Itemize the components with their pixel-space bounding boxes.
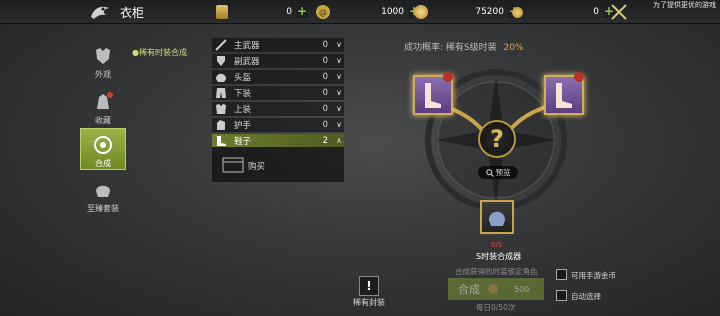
search-icon bbox=[485, 168, 494, 177]
category-label: 护手 bbox=[234, 120, 252, 131]
daily-limit: 每日0/50次 bbox=[476, 303, 516, 312]
category-count: 2 bbox=[322, 135, 328, 146]
helmet-icon bbox=[96, 185, 110, 197]
chevron-down-icon: ∨ bbox=[336, 120, 342, 129]
resource-value: 0 bbox=[286, 7, 292, 17]
helmet-icon bbox=[489, 211, 505, 226]
use-gold-checkbox[interactable] bbox=[556, 269, 567, 280]
category-label: 副武器 bbox=[234, 56, 260, 67]
result-question-icon: ? bbox=[478, 120, 516, 158]
close-icon bbox=[611, 4, 627, 20]
nav-label: 收藏 bbox=[95, 116, 111, 125]
success-rate-label: 成功概率: 稀有S级时装 bbox=[404, 43, 497, 53]
category-count: 0 bbox=[322, 71, 328, 82]
synthesis-hint: 合成获得的时装锁定角色 bbox=[455, 267, 538, 276]
synthesize-button[interactable]: 合成 500 bbox=[448, 278, 544, 300]
resource-gold-bag: 75200 + bbox=[414, 5, 520, 19]
use-gold-label: 可用手游金币 bbox=[571, 271, 616, 280]
boots-icon bbox=[556, 83, 572, 108]
resource-value: 1000 bbox=[381, 7, 404, 17]
remove-icon[interactable] bbox=[574, 72, 584, 82]
remove-icon[interactable] bbox=[443, 72, 453, 82]
chevron-down-icon: ∨ bbox=[336, 88, 342, 97]
category-row[interactable]: 副武器 0 ∨ bbox=[212, 54, 344, 68]
chevron-down-icon: ∨ bbox=[336, 104, 342, 113]
gold-coin-icon bbox=[512, 6, 523, 18]
buy-row[interactable]: 购买 bbox=[212, 148, 344, 182]
add-scroll-button[interactable]: + bbox=[296, 5, 308, 18]
nav-label: 外观 bbox=[95, 70, 111, 79]
shop-icon bbox=[222, 157, 244, 173]
nav-collection[interactable]: 收藏 bbox=[80, 84, 126, 126]
submenu-rare-synthesis[interactable]: ●稀有时装合成 bbox=[132, 47, 187, 58]
nav-synthesis[interactable]: 合成 bbox=[80, 128, 126, 170]
sword-icon bbox=[215, 38, 227, 51]
resource-value: 0 bbox=[593, 7, 599, 17]
page-title: 衣柜 bbox=[120, 6, 145, 20]
close-button[interactable] bbox=[610, 3, 628, 21]
category-label: 下装 bbox=[234, 88, 252, 99]
gauntlet-icon bbox=[217, 119, 225, 130]
material-name: S时装合成器 bbox=[476, 252, 522, 261]
collection-icon bbox=[97, 92, 113, 109]
boots-icon bbox=[217, 135, 226, 146]
category-row[interactable]: 护手 0 ∨ bbox=[212, 118, 344, 132]
buy-label: 购买 bbox=[248, 162, 266, 172]
back-button[interactable] bbox=[88, 3, 112, 21]
notice-text: 为了提供更优的游戏 bbox=[653, 1, 716, 9]
category-row-selected[interactable]: 鞋子 2 ∧ bbox=[212, 134, 344, 148]
preview-label: 预览 bbox=[495, 168, 511, 177]
pants-icon bbox=[216, 87, 226, 98]
gold-bag-icon bbox=[414, 5, 428, 19]
gold-coin-icon bbox=[488, 284, 498, 294]
rare-seal-icon[interactable]: ! bbox=[359, 276, 379, 296]
synthesis-icon bbox=[94, 136, 112, 154]
shield-icon bbox=[217, 55, 225, 66]
resource-scroll: 0 + bbox=[216, 5, 308, 19]
nav-supreme-set[interactable]: 至臻套装 bbox=[80, 172, 126, 214]
success-rate-value: 20% bbox=[503, 43, 524, 53]
synthesizer-slot[interactable] bbox=[480, 200, 514, 234]
category-count: 0 bbox=[322, 119, 328, 130]
success-rate-row: 成功概率: 稀有S级时装 20% bbox=[404, 40, 524, 53]
chevron-down-icon: ∨ bbox=[336, 40, 342, 49]
category-row[interactable]: 头盔 0 ∨ bbox=[212, 70, 344, 84]
chest-armor-icon bbox=[216, 103, 226, 114]
chevron-up-icon: ∧ bbox=[336, 136, 342, 145]
nav-label: 至臻套装 bbox=[87, 204, 119, 213]
category-row[interactable]: 主武器 0 ∨ bbox=[212, 38, 344, 52]
resource-gold-coin: 0 + bbox=[512, 5, 615, 19]
category-count: 0 bbox=[322, 39, 328, 50]
category-label: 主武器 bbox=[234, 40, 260, 51]
resource-value: 75200 bbox=[475, 7, 504, 17]
chevron-down-icon: ∨ bbox=[336, 56, 342, 65]
auto-select-label: 自动选择 bbox=[571, 292, 601, 301]
rare-seal-label: 稀有封装 bbox=[353, 298, 385, 307]
category-label: 鞋子 bbox=[234, 136, 252, 147]
category-count: 0 bbox=[322, 87, 328, 98]
material-count: 0/1 bbox=[491, 241, 503, 249]
category-row[interactable]: 上装 0 ∨ bbox=[212, 102, 344, 116]
synthesize-label: 合成 bbox=[458, 283, 480, 296]
dragon-emblem-icon bbox=[91, 6, 109, 19]
swirl-coin-icon: @ bbox=[316, 5, 330, 19]
category-label: 上装 bbox=[234, 104, 252, 115]
boots-icon bbox=[425, 83, 441, 108]
nav-appearance[interactable]: 外观 bbox=[80, 38, 126, 80]
armor-icon bbox=[96, 48, 110, 64]
auto-select-checkbox[interactable] bbox=[556, 290, 567, 301]
resource-swirl: @ 1000 + bbox=[316, 5, 420, 19]
category-count: 0 bbox=[322, 103, 328, 114]
nav-label: 合成 bbox=[95, 159, 111, 168]
category-row[interactable]: 下装 0 ∨ bbox=[212, 86, 344, 100]
synthesize-cost: 500 bbox=[514, 284, 530, 294]
category-label: 头盔 bbox=[234, 72, 252, 83]
chevron-down-icon: ∨ bbox=[336, 72, 342, 81]
category-count: 0 bbox=[322, 55, 328, 66]
scroll-icon bbox=[216, 5, 228, 19]
preview-button[interactable]: 预览 bbox=[478, 166, 518, 179]
helmet-icon bbox=[216, 73, 226, 82]
